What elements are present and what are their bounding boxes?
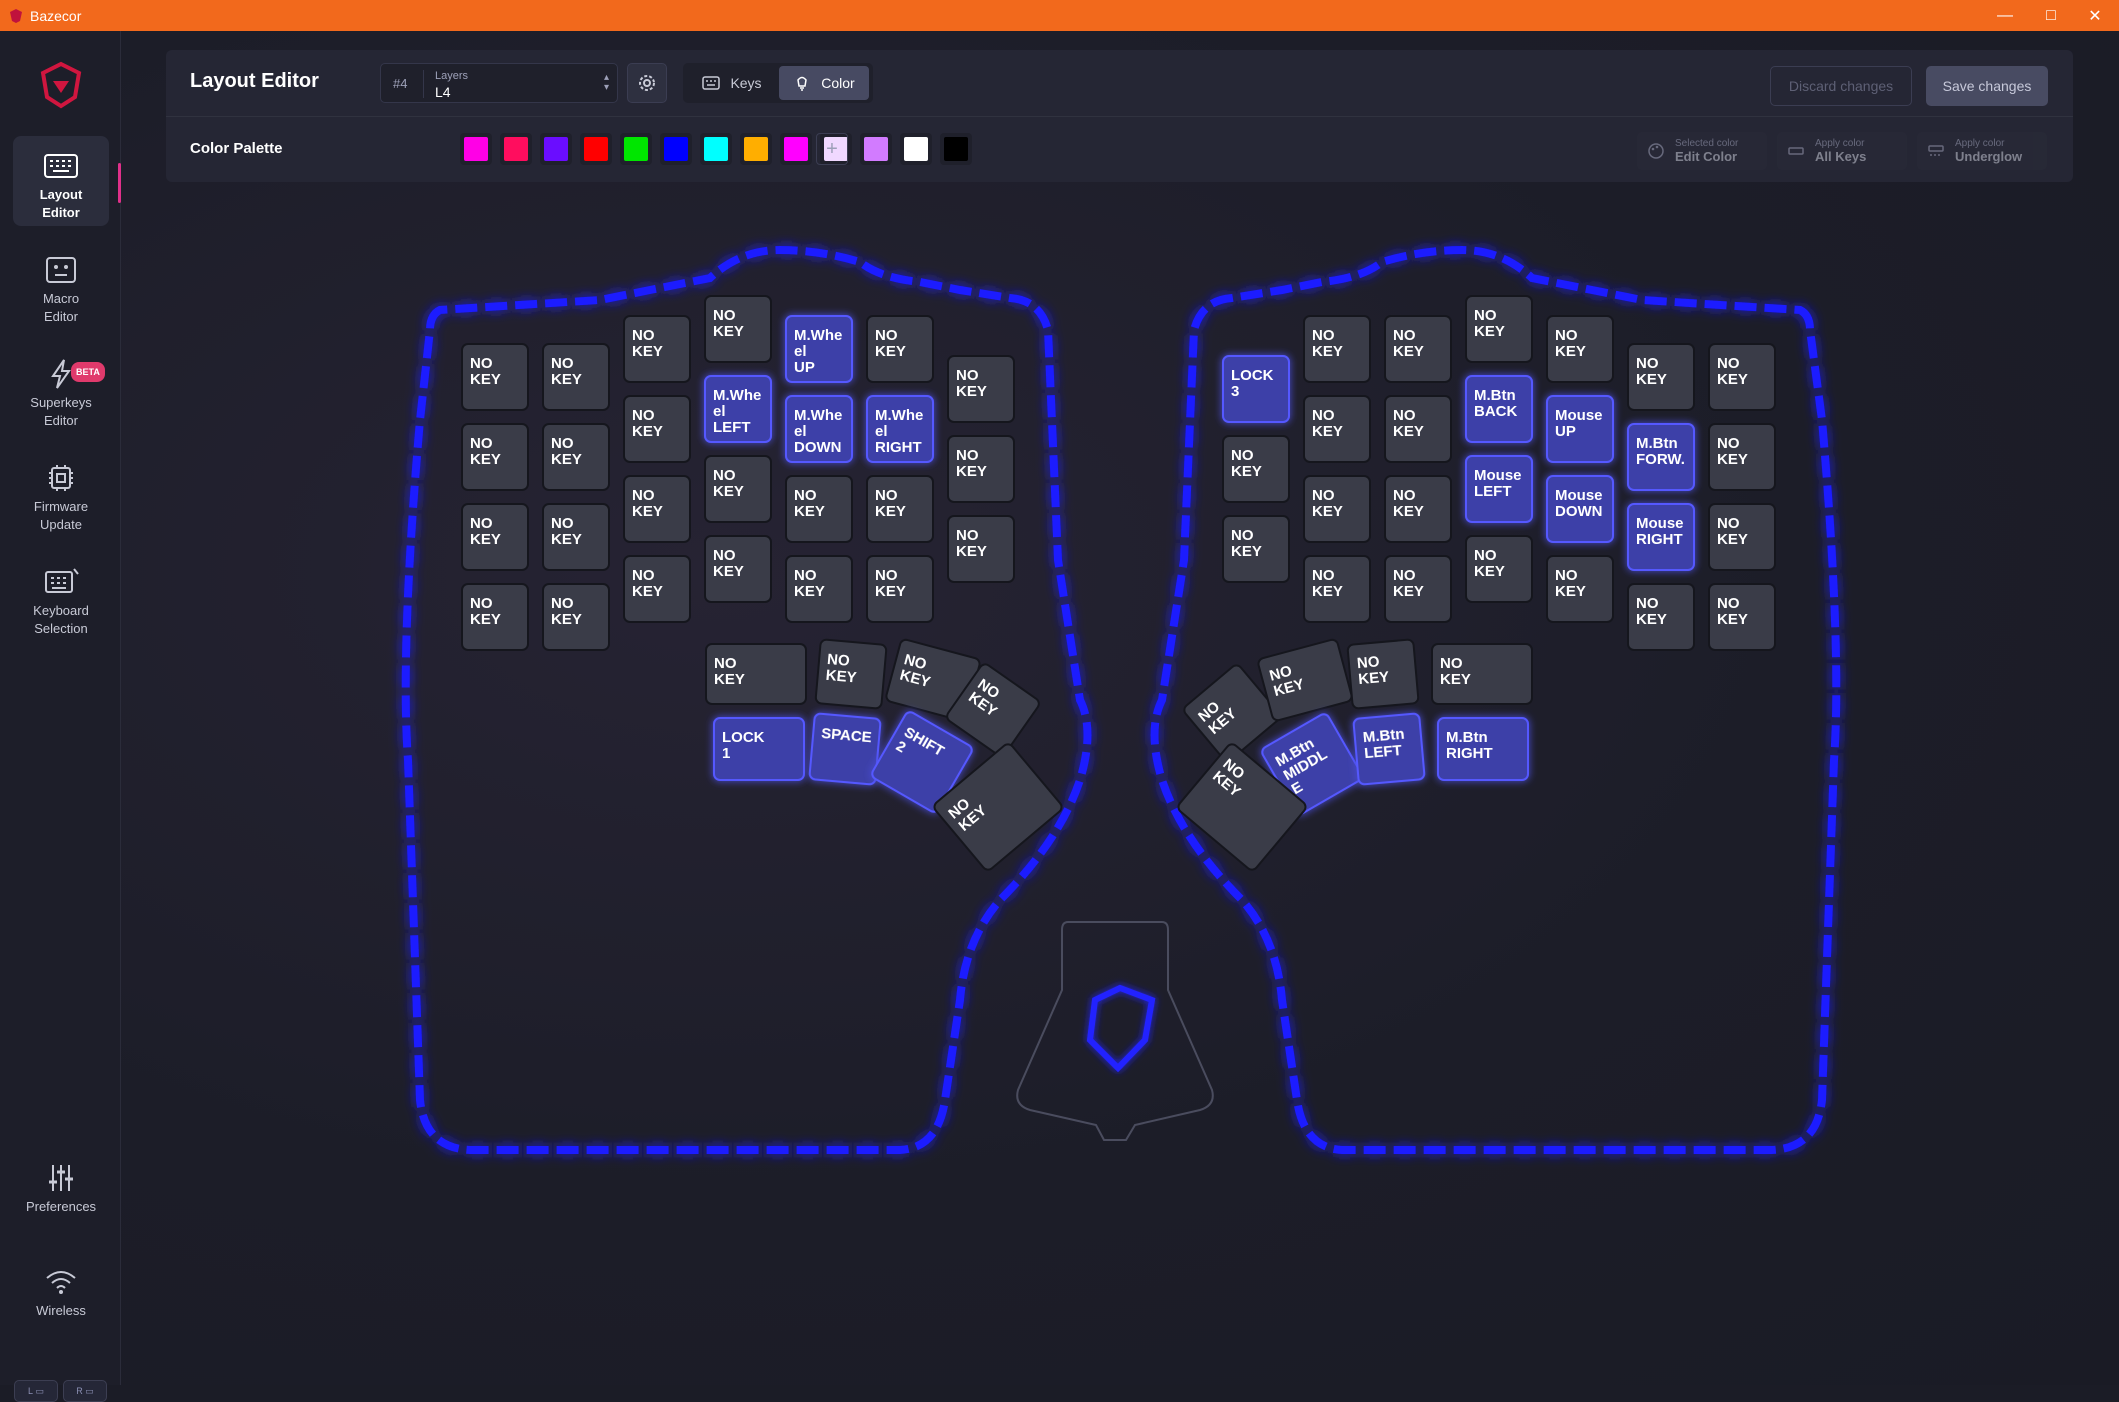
color-swatch[interactable] [580, 133, 612, 165]
swatch-fill [544, 137, 568, 161]
color-mode-button[interactable]: Color [779, 66, 869, 100]
sidebar-item-label: Keyboard [33, 603, 89, 618]
bulb-icon [797, 76, 808, 91]
sidebar-item-macro-editor[interactable]: Macro Editor [13, 240, 109, 330]
battery-right: R ▭ [63, 1380, 107, 1402]
swatch-fill [904, 137, 928, 161]
editor-toolbar: Layout Editor #4 Layers L4 ▴ ▾ Keys Color… [166, 50, 2073, 182]
color-swatch[interactable] [500, 133, 532, 165]
color-swatch[interactable] [900, 133, 932, 165]
palette-icon [1648, 143, 1664, 159]
sidebar-item-label: Layout [39, 187, 83, 202]
swatch-fill [464, 137, 488, 161]
main-area [121, 31, 2119, 1385]
swatch-fill [624, 137, 648, 161]
apply-all-keys-button[interactable]: Apply color All Keys [1777, 132, 1907, 170]
sidebar-item-label: Update [40, 517, 82, 532]
layer-label: Layers [435, 70, 469, 82]
swatch-fill [664, 137, 688, 161]
mode-toggle: Keys Color [683, 63, 873, 103]
discard-changes-button[interactable]: Discard changes [1770, 66, 1912, 106]
underglow-icon [1928, 145, 1944, 156]
keyboard-select-icon [45, 568, 79, 593]
window-title: Bazecor [30, 7, 82, 24]
color-swatch[interactable] [780, 133, 812, 165]
sidebar-item-layout-editor[interactable]: Layout Editor [13, 136, 109, 226]
color-swatch[interactable] [940, 133, 972, 165]
beta-badge: BETA [71, 362, 105, 382]
swatch-fill [584, 137, 608, 161]
sidebar-item-label: Editor [44, 413, 78, 428]
keyboard-icon [44, 154, 78, 178]
apply-underglow-value: Underglow [1955, 149, 2023, 164]
brand-logo-icon [40, 61, 82, 109]
sidebar-item-firmware-update[interactable]: Firmware Update [13, 448, 109, 538]
minimize-icon[interactable]: — [1982, 0, 2028, 31]
sidebar-item-label: Firmware [33, 499, 89, 514]
apply-all-keys-value: All Keys [1815, 149, 1867, 164]
apply-underglow-button[interactable]: Apply color Underglow [1917, 132, 2047, 170]
palette-label: Color Palette [190, 140, 283, 157]
layer-value: L4 [435, 84, 451, 100]
maximize-icon[interactable]: □ [2028, 0, 2074, 31]
swatch-fill [504, 137, 528, 161]
macro-icon [46, 257, 76, 283]
color-swatch[interactable] [460, 133, 492, 165]
keys-mode-label: Keys [730, 75, 762, 91]
app-logo-icon [8, 8, 24, 24]
swatch-fill [744, 137, 768, 161]
battery-left-label: L [27, 1386, 33, 1396]
sidebar-item-label: Editor [44, 309, 78, 324]
color-swatch[interactable] [540, 133, 572, 165]
save-changes-button[interactable]: Save changes [1926, 66, 2048, 106]
add-color-button[interactable]: + [816, 133, 848, 165]
edit-color-button[interactable]: Selected color Edit Color [1637, 132, 1767, 170]
color-mode-label: Color [821, 75, 855, 91]
title-bar: Bazecor — □ ✕ [0, 0, 2119, 31]
battery-right-label: R [76, 1386, 83, 1396]
sidebar-item-label: Preferences [25, 1199, 97, 1214]
color-swatch[interactable] [660, 133, 692, 165]
color-swatch[interactable] [740, 133, 772, 165]
sidebar-item-label: Editor [42, 205, 80, 220]
sidebar-item-label: Selection [34, 621, 88, 636]
swatch-fill [784, 137, 808, 161]
sidebar: Layout Editor Macro Editor BETA Superkey… [0, 31, 121, 1402]
sidebar-item-keyboard-selection[interactable]: Keyboard Selection [13, 552, 109, 642]
sidebar-item-label: Superkeys [30, 395, 92, 410]
edit-color-value: Edit Color [1675, 149, 1738, 164]
layer-settings-button[interactable] [627, 63, 667, 103]
toolbar-divider [166, 116, 2073, 117]
page-title: Layout Editor [190, 70, 319, 92]
layer-separator [423, 70, 424, 98]
gear-icon [639, 75, 655, 91]
sidebar-item-superkeys-editor[interactable]: BETA Superkeys Editor [13, 344, 109, 434]
sidebar-item-label: Macro [42, 291, 80, 306]
swatch-fill [944, 137, 968, 161]
close-icon[interactable]: ✕ [2072, 0, 2118, 31]
keys-icon [1788, 147, 1804, 155]
color-swatch[interactable] [620, 133, 652, 165]
wifi-icon [46, 1271, 76, 1294]
keys-mode-button[interactable]: Keys [687, 66, 777, 100]
sidebar-item-label: Wireless [36, 1303, 86, 1318]
color-swatch[interactable] [860, 133, 892, 165]
up-down-icon: ▴ ▾ [603, 72, 609, 93]
battery-left: L ▭ [14, 1380, 58, 1402]
sidebar-item-preferences[interactable]: Preferences [13, 1148, 109, 1238]
sidebar-item-wireless[interactable]: Wireless [13, 1252, 109, 1342]
keyboard-icon [702, 76, 721, 90]
chip-icon [49, 465, 73, 491]
swatch-fill [864, 137, 888, 161]
layer-number: #4 [393, 76, 408, 91]
sliders-icon [49, 1165, 73, 1191]
layer-selector[interactable]: #4 Layers L4 ▴ ▾ [380, 63, 618, 103]
color-swatch[interactable] [700, 133, 732, 165]
swatch-fill [704, 137, 728, 161]
